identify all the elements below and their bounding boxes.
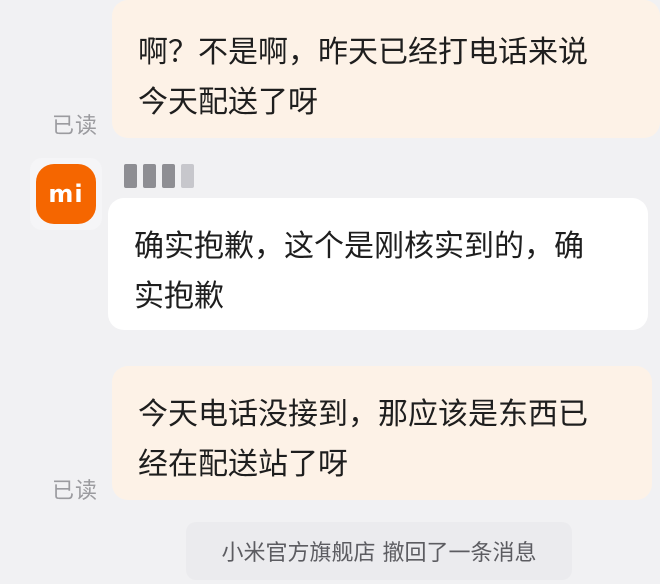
chat-view: 啊？不是啊，昨天已经打电话来说 今天配送了呀 已读 mi 确实抱歉，这个是刚核实…: [0, 0, 660, 584]
message-bubble-outgoing[interactable]: 今天电话没接到，那应该是东西已 经在配送站了呀: [112, 366, 652, 500]
sender-avatar[interactable]: mi: [30, 158, 102, 230]
xiaomi-logo-icon: mi: [36, 164, 96, 224]
read-status: 已读: [52, 114, 99, 139]
message-line: 今天配送了呀: [138, 85, 318, 120]
sender-name-redacted: [124, 164, 194, 192]
message-bubble-incoming[interactable]: 确实抱歉，这个是刚核实到的，确 实抱歉: [108, 198, 648, 330]
message-line: 实抱歉: [134, 279, 224, 314]
message-line: 啊？不是啊，昨天已经打电话来说: [138, 35, 588, 70]
message-line: 经在配送站了呀: [138, 447, 348, 482]
message-line: 今天电话没接到，那应该是东西已: [138, 397, 588, 432]
message-line: 确实抱歉，这个是刚核实到的，确: [134, 229, 584, 264]
read-status: 已读: [52, 479, 99, 504]
message-bubble-outgoing[interactable]: 啊？不是啊，昨天已经打电话来说 今天配送了呀: [112, 0, 660, 138]
recall-notice: 小米官方旗舰店 撤回了一条消息: [186, 522, 572, 580]
